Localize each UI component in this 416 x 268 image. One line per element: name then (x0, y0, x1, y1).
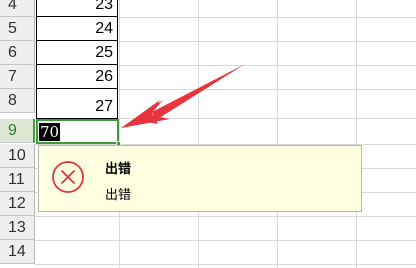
row-header-5[interactable]: 5 (0, 17, 35, 41)
row-header-9[interactable]: 9 (0, 119, 35, 143)
cell-a8[interactable]: 27 (36, 89, 118, 119)
cell-a6[interactable]: 25 (36, 41, 118, 65)
tooltip-title: 出错 (105, 162, 132, 177)
row-header-10[interactable]: 10 (0, 144, 35, 168)
row-header-7[interactable]: 7 (0, 65, 35, 89)
active-cell-a9[interactable]: 70 (36, 119, 119, 144)
grid-line (35, 240, 416, 241)
error-circle-x-icon (52, 161, 84, 193)
row-header-11[interactable]: 11 (0, 168, 35, 192)
grid-line (198, 0, 199, 268)
active-cell-value[interactable]: 70 (39, 123, 61, 141)
grid-line (356, 0, 357, 268)
row-header-14[interactable]: 14 (0, 240, 35, 264)
grid-line (277, 0, 278, 268)
grid-line (119, 0, 120, 268)
spreadsheet-grid: 4 5 6 7 8 9 10 11 12 13 14 23 24 25 26 2… (0, 0, 416, 268)
row-header-4[interactable]: 4 (0, 0, 35, 17)
row-header-12[interactable]: 12 (0, 192, 35, 216)
tooltip-message: 出错 (105, 188, 132, 203)
grid-line (35, 264, 416, 265)
validation-error-tooltip: 出错 出错 (38, 145, 362, 212)
row-header-13[interactable]: 13 (0, 216, 35, 240)
cell-a4[interactable]: 23 (36, 0, 118, 17)
row-header-8[interactable]: 8 (0, 89, 35, 113)
row-header-6[interactable]: 6 (0, 41, 35, 65)
cell-a5[interactable]: 24 (36, 17, 118, 41)
cell-a7[interactable]: 26 (36, 65, 118, 89)
grid-line (35, 216, 416, 217)
